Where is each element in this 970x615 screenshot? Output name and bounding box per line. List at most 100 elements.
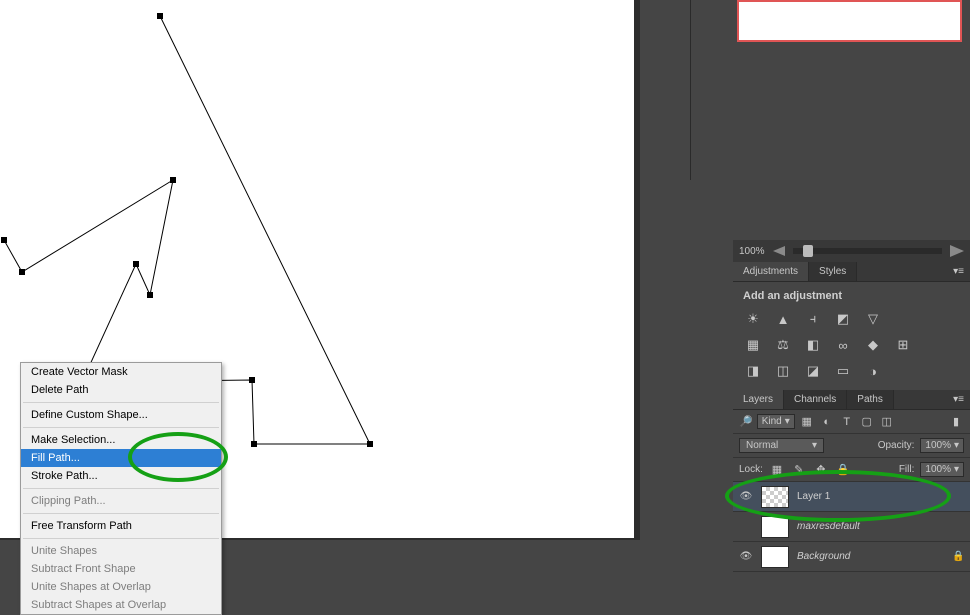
visibility-eye-icon[interactable]: 👁 [739,551,753,562]
invert-icon[interactable]: ◨ [743,362,763,380]
path-anchor-point[interactable] [251,441,257,447]
layer-thumbnail[interactable] [761,516,789,538]
path-anchor-point[interactable] [19,269,25,275]
tab-styles[interactable]: Styles [809,262,857,281]
gradient-map-icon[interactable]: ▭ [833,362,853,380]
menu-item[interactable]: Define Custom Shape... [21,406,221,424]
menu-item: Unite Shapes [21,542,221,560]
black-white-icon[interactable]: ◧ [803,336,823,354]
menu-separator [23,513,219,514]
menu-item[interactable]: Make Selection... [21,431,221,449]
menu-separator [23,488,219,489]
lock-pixels-icon[interactable]: ✎ [791,463,807,477]
menu-separator [23,427,219,428]
selective-color-icon[interactable]: ◑ [863,362,883,380]
tab-paths[interactable]: Paths [847,390,894,409]
lock-position-icon[interactable]: ✥ [813,463,829,477]
posterize-icon[interactable]: ◫ [773,362,793,380]
visibility-eye-icon[interactable]: 👁 [739,491,753,502]
tab-channels[interactable]: Channels [784,390,847,409]
navigator-thumbnail[interactable] [737,0,962,42]
menu-item[interactable]: Free Transform Path [21,517,221,535]
lock-all-icon[interactable]: 🔒 [835,463,851,477]
zoom-percent: 100% [739,246,765,257]
path-anchor-point[interactable] [133,261,139,267]
zoom-slider-knob[interactable] [803,245,813,257]
menu-separator [23,402,219,403]
menu-item[interactable]: Delete Path [21,381,221,399]
adjustments-panel: Adjustments Styles ▾≡ Add an adjustment … [733,262,970,388]
adjustments-tabbar: Adjustments Styles ▾≡ [733,262,970,282]
tab-adjustments[interactable]: Adjustments [733,262,809,281]
adjustments-body: Add an adjustment ☀ ▲ ⫞ ◩ ▽ ▦ ⚖ ◧ ∞ ◆ ⊞ … [733,282,970,388]
filter-toggle-icon[interactable]: ▮ [948,415,964,429]
menu-item: Subtract Shapes at Overlap [21,596,221,614]
lock-label: Lock: [739,464,763,475]
lock-row: Lock: ▦ ✎ ✥ 🔒 Fill: 100%▾ [733,458,970,482]
hue-saturation-icon[interactable]: ▦ [743,336,763,354]
menu-item: Subtract Front Shape [21,560,221,578]
layers-panel: Layers Channels Paths ▾≡ 🔎 Kind▾ ▦ ◐ T ▢… [733,390,970,572]
levels-icon[interactable]: ▲ [773,310,793,328]
zoom-slider[interactable] [793,248,942,254]
layer-name[interactable]: Background [797,551,944,562]
brightness-contrast-icon[interactable]: ☀ [743,310,763,328]
panel-dock-strip [690,0,724,180]
menu-separator [23,538,219,539]
curves-icon[interactable]: ⫞ [803,310,823,328]
path-anchor-point[interactable] [249,377,255,383]
filter-smart-icon[interactable]: ◫ [879,415,895,429]
fill-label: Fill: [899,464,915,475]
adjustments-hint: Add an adjustment [743,290,842,302]
zoom-slider-row: 100% [733,240,970,262]
layer-thumbnail[interactable] [761,546,789,568]
layer-row[interactable]: 👁 Layer 1 [733,482,970,512]
layer-filter-row: 🔎 Kind▾ ▦ ◐ T ▢ ◫ ▮ [733,410,970,434]
menu-item[interactable]: Create Vector Mask [21,363,221,381]
panel-menu-icon[interactable]: ▾≡ [947,390,970,409]
fill-value[interactable]: 100%▾ [920,462,964,477]
path-anchor-point[interactable] [157,13,163,19]
filter-search-icon[interactable]: 🔎 [739,415,753,428]
tab-layers[interactable]: Layers [733,390,784,409]
threshold-icon[interactable]: ◪ [803,362,823,380]
layer-row[interactable]: maxresdefault [733,512,970,542]
path-anchor-point[interactable] [147,292,153,298]
filter-type-icon[interactable]: T [839,415,855,429]
blend-mode-row: Normal▾ Opacity: 100%▾ [733,434,970,458]
lock-transparency-icon[interactable]: ▦ [769,463,785,477]
menu-item[interactable]: Fill Path... [21,449,221,467]
photo-filter-icon[interactable]: ∞ [833,336,853,354]
color-balance-icon[interactable]: ⚖ [773,336,793,354]
color-lookup-icon[interactable]: ⊞ [893,336,913,354]
layer-name[interactable]: Layer 1 [797,491,964,502]
zoom-in-triangle-icon[interactable] [950,245,964,257]
path-anchor-point[interactable] [367,441,373,447]
blend-mode-select[interactable]: Normal▾ [739,438,824,453]
filter-kind-select[interactable]: Kind▾ [757,414,795,429]
adjustments-icon-row-3: ◨ ◫ ◪ ▭ ◑ [743,362,960,380]
panel-menu-icon[interactable]: ▾≡ [947,262,970,281]
exposure-icon[interactable]: ◩ [833,310,853,328]
path-anchor-point[interactable] [170,177,176,183]
adjustments-icon-row-1: ☀ ▲ ⫞ ◩ ▽ [743,310,960,328]
opacity-label: Opacity: [878,440,915,451]
zoom-out-triangle-icon[interactable] [773,246,785,256]
filter-shape-icon[interactable]: ▢ [859,415,875,429]
layer-row[interactable]: 👁 Background 🔒 [733,542,970,572]
filter-adjustment-icon[interactable]: ◐ [819,415,835,429]
filter-pixel-icon[interactable]: ▦ [799,415,815,429]
channel-mixer-icon[interactable]: ◆ [863,336,883,354]
layer-thumbnail[interactable] [761,486,789,508]
menu-item: Clipping Path... [21,492,221,510]
path-anchor-point[interactable] [1,237,7,243]
vibrance-icon[interactable]: ▽ [863,310,883,328]
lock-icon: 🔒 [952,551,964,562]
layer-name[interactable]: maxresdefault [797,521,964,532]
path-context-menu[interactable]: Create Vector MaskDelete Path Define Cust… [20,362,222,615]
menu-item[interactable]: Stroke Path... [21,467,221,485]
menu-item: Unite Shapes at Overlap [21,578,221,596]
opacity-value[interactable]: 100%▾ [920,438,964,453]
layers-tabbar: Layers Channels Paths ▾≡ [733,390,970,410]
adjustments-icon-row-2: ▦ ⚖ ◧ ∞ ◆ ⊞ [743,336,960,354]
